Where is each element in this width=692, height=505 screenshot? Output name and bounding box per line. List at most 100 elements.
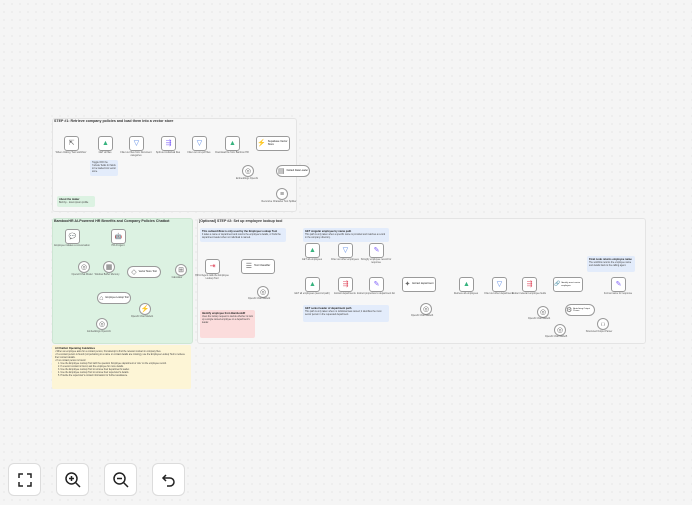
- json-icon: { }: [601, 321, 605, 326]
- step1-title: STEP #1: Retrieve company policies and l…: [54, 119, 174, 123]
- step1-include-note: Toggle OFF the 'Include' fields for fiel…: [90, 160, 118, 176]
- calculator-icon: ⊞: [178, 266, 184, 274]
- node-label: OpenAI Chat Model3: [410, 314, 434, 317]
- node-inline-label: Employee Lookup Tool: [105, 296, 129, 299]
- undo-button[interactable]: [152, 463, 185, 496]
- node-inline-label: Identify most senior employee: [561, 282, 581, 287]
- get-all-employees-node[interactable]: ▲: [305, 243, 320, 258]
- extract-icon: ✦: [404, 281, 411, 288]
- filter-employees-node[interactable]: ▽: [338, 243, 353, 258]
- execute-workflow-trigger-node[interactable]: ⇥: [205, 259, 220, 274]
- bamboohr-icon: ▲: [309, 281, 316, 288]
- embeddings-openai-node[interactable]: ◎: [242, 165, 254, 177]
- extract-departments-node[interactable]: ⇶: [338, 277, 353, 292]
- lookup-tool-icon: ⌂: [99, 294, 104, 302]
- chat-trigger-icon: 💬: [68, 233, 77, 240]
- get-all-employees2-node[interactable]: ▲: [305, 277, 320, 292]
- undo-icon: [161, 473, 175, 487]
- node-label: HR AI Agent: [111, 244, 125, 247]
- node-inline-label: Default Data Loader: [286, 168, 309, 172]
- text-splitter-node[interactable]: ≡: [276, 188, 288, 200]
- note-text: This path is only taken when a specific …: [305, 234, 386, 239]
- vector-store-tool-node[interactable]: ◇ Vector Store Tool: [127, 266, 161, 278]
- hr-ai-agent-node[interactable]: 🤖: [111, 229, 126, 244]
- bamboohr-icon: ▲: [229, 140, 236, 147]
- note-title: This subworkflow is only used by the Emp…: [202, 230, 278, 233]
- retrieve-employees-node[interactable]: ▲: [459, 277, 474, 292]
- note-title: Identify employee from BambooHR: [202, 312, 246, 315]
- zoom-out-button[interactable]: [104, 463, 137, 496]
- chat-trigger-node[interactable]: 💬: [65, 229, 80, 244]
- guidelines-title: AI Chatbot Operating Guidelines: [55, 347, 96, 350]
- manual-trigger-node[interactable]: ⇱: [64, 136, 79, 151]
- parser-icon: ⚙: [566, 306, 573, 314]
- embeddings-openai1-node[interactable]: ◎: [96, 318, 108, 330]
- llm-chain-icon: 🔗: [554, 281, 561, 287]
- default-data-loader-node[interactable]: ▤ Default Data Loader: [276, 165, 310, 177]
- openai-icon: ◎: [259, 288, 267, 296]
- openai-icon: ◎: [98, 320, 106, 328]
- filter-categories-node[interactable]: ▽: [129, 136, 144, 151]
- stringify-record-node[interactable]: ✎: [369, 243, 384, 258]
- node-label: Embeddings OpenAI: [235, 177, 259, 180]
- filter-icon: ▽: [196, 140, 203, 147]
- note-text: Toggle OFF the 'Include' fields for fiel…: [92, 162, 116, 173]
- node-label: Format name for response: [603, 292, 633, 295]
- get-all-files-node[interactable]: ▲: [98, 136, 113, 151]
- node-inline-label: Auto-fixing Output Parser: [573, 307, 590, 312]
- openai-icon: ◎: [556, 326, 564, 334]
- split-files-node[interactable]: ⇶: [161, 136, 176, 151]
- filter-pdf-node[interactable]: ▽: [192, 136, 207, 151]
- filter-departments-node[interactable]: ▽: [492, 277, 507, 292]
- pointer-icon: ⇱: [68, 140, 75, 147]
- note-text: Uses the lookup request to decide whethe…: [202, 316, 253, 324]
- format-name-node[interactable]: ✎: [611, 277, 626, 292]
- execute-trigger-icon: ⇥: [209, 263, 216, 270]
- node-inline-label: Vector Store Tool: [138, 269, 157, 273]
- download-file-node[interactable]: ▲: [225, 136, 240, 151]
- memory-icon: ▦: [105, 263, 113, 271]
- node-label: Recursive Character Text Splitter: [261, 200, 297, 203]
- calculator-node[interactable]: ⊞: [175, 264, 187, 276]
- fit-view-icon: [17, 472, 32, 487]
- openai-icon: ◎: [80, 263, 88, 271]
- node-label: When clicking 'Test workflow': [55, 151, 87, 154]
- employee-lookup-tool-node[interactable]: ⌂ Employee Lookup Tool: [97, 292, 131, 304]
- node-label: Embeddings OpenAI1: [87, 330, 111, 333]
- auto-fixing-parser-node[interactable]: ⚙ Auto-fixing Output Parser: [565, 304, 595, 316]
- openai-chat-model-node[interactable]: ◎: [78, 261, 90, 273]
- note-title: Final node returns employee name: [589, 258, 632, 261]
- supabase-vector-store-node[interactable]: ⚡ Supabase Vector Store: [256, 136, 290, 151]
- guideline-line: 5. Provide the supervisor's contact info…: [58, 375, 128, 377]
- department-list-node[interactable]: ✎: [369, 277, 384, 292]
- vector-retriever-node[interactable]: ⚡: [139, 303, 151, 315]
- google-drive-icon: ▲: [102, 140, 109, 147]
- node-label: Extract properties to department list: [357, 292, 395, 295]
- text-splitter-icon: ≡: [279, 190, 285, 198]
- window-buffer-memory-node[interactable]: ▦: [103, 261, 115, 273]
- zoom-in-button[interactable]: [56, 463, 89, 496]
- node-label: HR AI Agent calls the Employee Lookup To…: [195, 274, 229, 280]
- extract-department-node[interactable]: ✦ Extract department: [402, 277, 436, 292]
- note-title: GET singular employee by name path: [305, 230, 352, 233]
- node-label: Calculator: [171, 276, 183, 279]
- node-label: Extract relevant employee fields: [512, 292, 546, 295]
- split-icon: ⇶: [526, 281, 533, 288]
- filter-icon: ▽: [342, 247, 349, 254]
- data-loader-icon: ▤: [277, 167, 285, 175]
- retriever-icon: ⚡: [140, 305, 150, 313]
- fit-view-button[interactable]: [8, 463, 41, 496]
- bamboohr-icon: ▲: [463, 281, 470, 288]
- structured-parser-node[interactable]: { }: [597, 318, 609, 330]
- identify-senior-node[interactable]: 🔗 Identify most senior employee: [553, 277, 583, 292]
- guidelines-note: AI Chatbot Operating Guidelines • When a…: [52, 345, 191, 389]
- filter-icon: ▽: [133, 140, 140, 147]
- about-maker-title: About the maker: [59, 198, 80, 201]
- node-label: OpenAI Chat Model4: [527, 317, 551, 320]
- node-inline-label: Extract department: [412, 282, 434, 286]
- department-path-note: GET senior leader of department path Thi…: [303, 305, 389, 322]
- extract-fields-node[interactable]: ⇶: [522, 277, 537, 292]
- node-label: Download file from Bamboo HR: [215, 151, 249, 154]
- text-classifier-node[interactable]: ☰ Text Classifier: [241, 259, 275, 274]
- set-icon: ✎: [615, 281, 622, 288]
